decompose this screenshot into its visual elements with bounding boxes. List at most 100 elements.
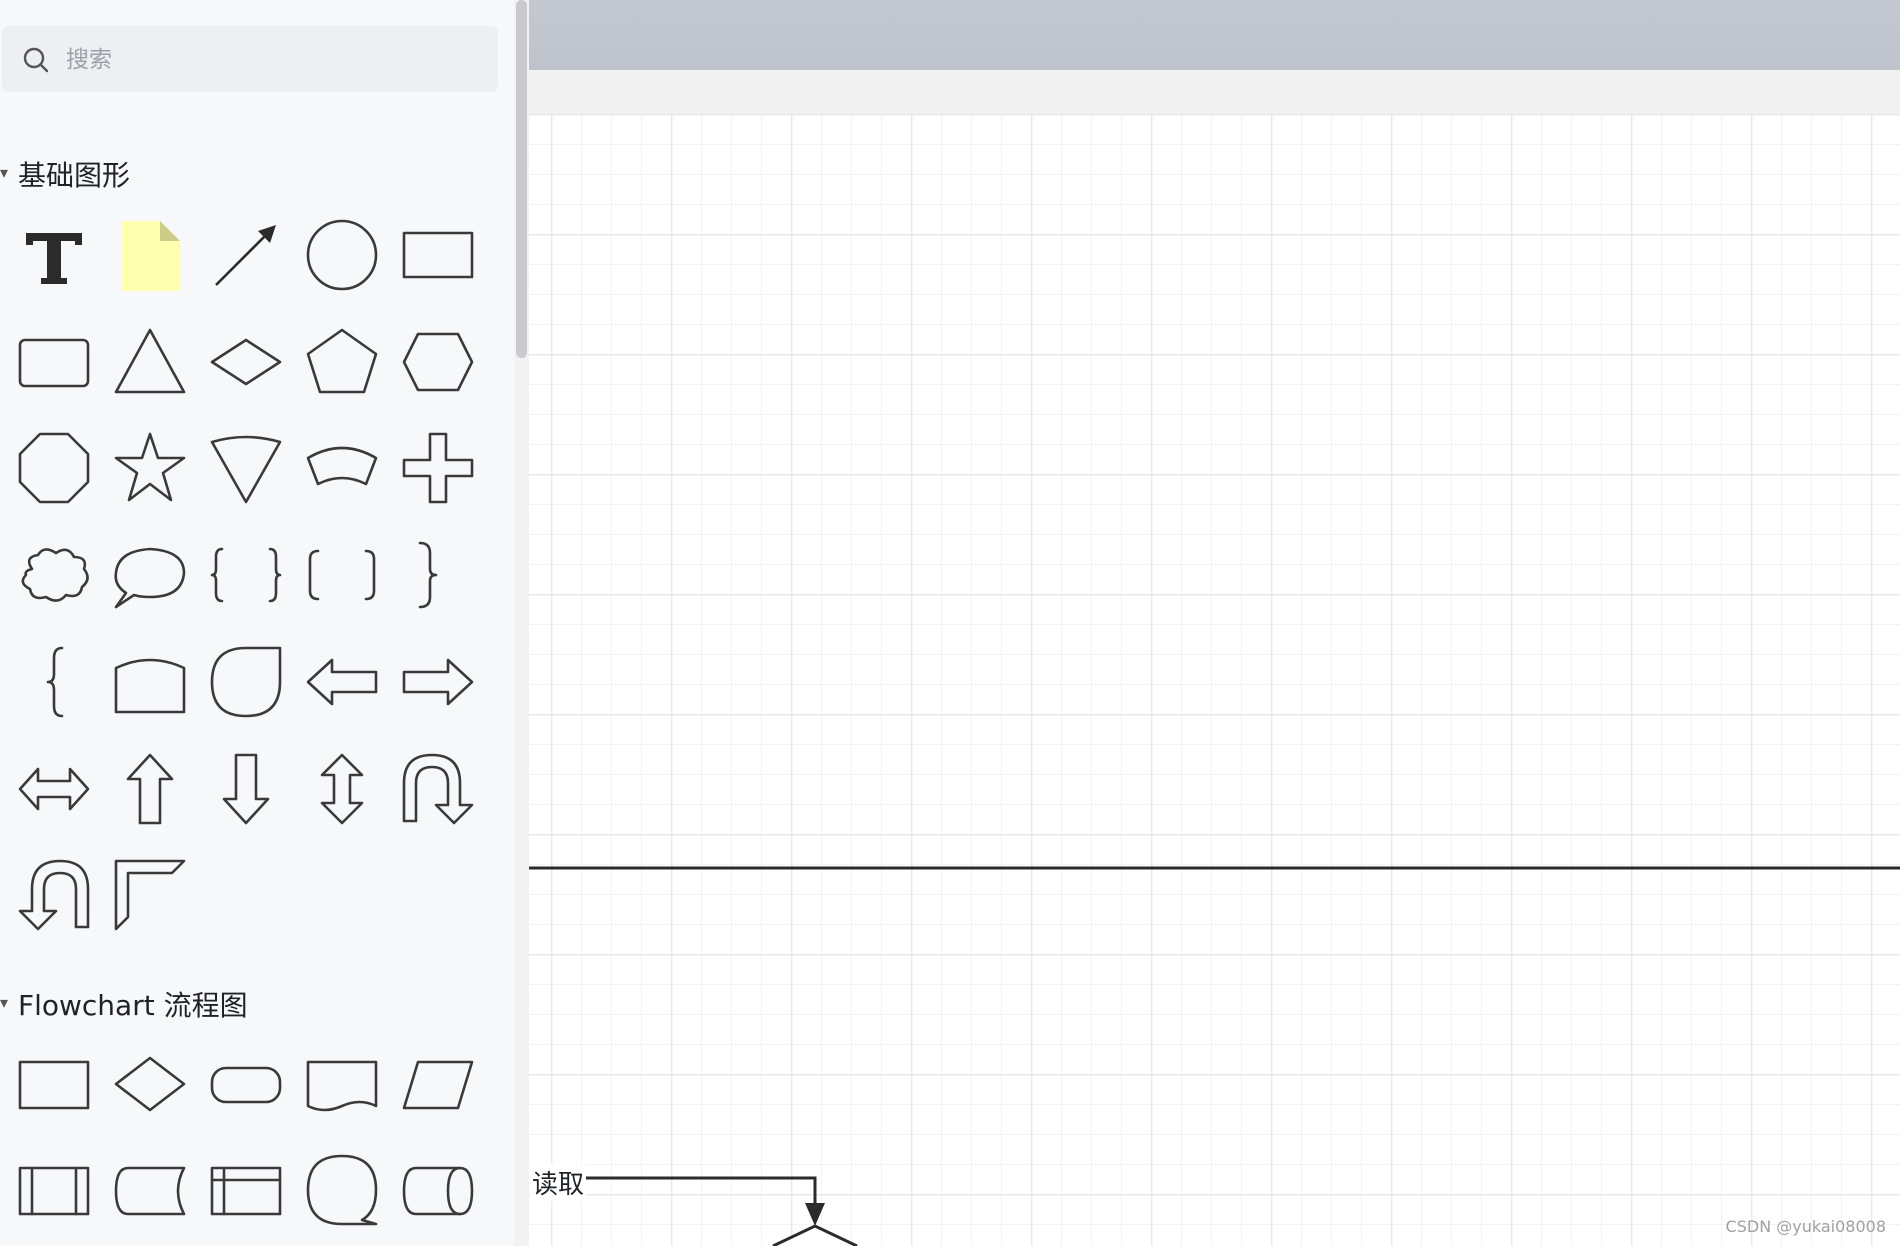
shape-star[interactable] xyxy=(110,428,190,508)
diagram-drawing[interactable] xyxy=(529,0,1900,1246)
caret-icon: ▾ xyxy=(0,162,9,182)
u-turn-left-arrow-icon xyxy=(18,859,90,931)
shape-text[interactable] xyxy=(14,215,94,295)
up-arrow-icon xyxy=(126,753,174,825)
flow-document[interactable] xyxy=(302,1044,382,1124)
flow-predefined-process[interactable] xyxy=(14,1150,94,1230)
edge-label[interactable]: 读取 xyxy=(530,1164,587,1201)
funnel-triangle-icon xyxy=(210,435,282,504)
manual-input-icon xyxy=(114,658,186,714)
shape-circle[interactable] xyxy=(302,215,382,295)
up-down-arrow-icon xyxy=(320,753,364,825)
leaf-icon xyxy=(210,646,282,718)
right-arrow-icon xyxy=(402,658,474,706)
document-icon xyxy=(306,1060,378,1112)
shape-left-arrow[interactable] xyxy=(302,642,382,722)
shape-leaf[interactable] xyxy=(206,642,286,722)
left-right-arrow-icon xyxy=(18,767,90,811)
connector-edge[interactable] xyxy=(581,1176,817,1206)
text-icon xyxy=(26,233,82,284)
section-basic-shapes[interactable]: ▾ 基础图形 xyxy=(0,154,130,194)
flow-terminator[interactable] xyxy=(206,1044,286,1124)
section-flowchart[interactable]: ▾ Flowchart 流程图 xyxy=(0,984,248,1024)
shape-u-turn-arrow[interactable] xyxy=(398,749,478,829)
sequential-data-icon xyxy=(306,1154,378,1226)
shape-inverted-triangle[interactable] xyxy=(206,428,286,508)
arc-band-icon xyxy=(306,446,378,486)
terminator-icon xyxy=(210,1066,282,1104)
stored-data-icon xyxy=(114,1166,186,1216)
shape-note[interactable] xyxy=(110,215,190,295)
shape-down-arrow[interactable] xyxy=(206,749,286,829)
left-arrow-icon xyxy=(306,658,378,706)
sticky-note-icon xyxy=(122,221,180,291)
shape-speech-bubble[interactable] xyxy=(110,535,190,615)
shape-right-brace[interactable] xyxy=(398,535,478,615)
flow-sequential-data[interactable] xyxy=(302,1150,382,1230)
flow-direct-data[interactable] xyxy=(398,1150,478,1230)
left-brace-icon xyxy=(46,646,64,718)
search-icon xyxy=(23,47,49,73)
connector-arrowhead xyxy=(805,1203,825,1226)
curly-braces-icon xyxy=(210,547,282,603)
flow-internal-storage[interactable] xyxy=(206,1150,286,1230)
hexagon-icon xyxy=(402,332,474,392)
shape-left-right-arrow[interactable] xyxy=(14,749,94,829)
shape-left-brace[interactable] xyxy=(14,642,94,722)
predefined-process-icon xyxy=(18,1166,90,1216)
shape-manual-input[interactable] xyxy=(110,642,190,722)
arrow-line-icon xyxy=(215,225,276,286)
shape-brackets[interactable] xyxy=(302,535,382,615)
process-icon xyxy=(18,1060,90,1110)
decision-icon xyxy=(114,1056,186,1112)
shape-arc-band[interactable] xyxy=(302,428,382,508)
shape-cross[interactable] xyxy=(398,428,478,508)
circle-icon xyxy=(306,219,378,291)
flow-process[interactable] xyxy=(14,1044,94,1124)
section-basic-title: 基础图形 xyxy=(18,159,131,192)
parallelogram-icon xyxy=(402,1060,474,1110)
shape-diamond[interactable] xyxy=(206,322,286,402)
speech-bubble-icon xyxy=(114,547,186,609)
shape-hexagon[interactable] xyxy=(398,322,478,402)
triangle-icon xyxy=(114,328,186,394)
octagon-icon xyxy=(18,432,90,504)
decision-node[interactable] xyxy=(772,1224,858,1246)
cross-icon xyxy=(402,432,474,504)
shape-cloud[interactable] xyxy=(14,535,94,615)
diagram-canvas-area[interactable]: 读取 CSDN @yukai08008 xyxy=(529,0,1900,1246)
flow-stored-data[interactable] xyxy=(110,1150,190,1230)
search-box[interactable] xyxy=(2,26,498,92)
cloud-icon xyxy=(21,548,89,602)
brackets-icon xyxy=(308,549,376,601)
scrollbar-thumb[interactable] xyxy=(516,0,527,358)
diamond-icon xyxy=(210,338,282,386)
internal-storage-icon xyxy=(210,1166,282,1216)
shape-octagon[interactable] xyxy=(14,428,94,508)
shape-right-arrow[interactable] xyxy=(398,642,478,722)
shape-corner[interactable] xyxy=(110,855,190,935)
star-icon xyxy=(114,432,186,502)
shape-up-arrow[interactable] xyxy=(110,749,190,829)
direct-data-icon xyxy=(402,1166,474,1216)
flow-decision[interactable] xyxy=(110,1044,190,1124)
shape-pentagon[interactable] xyxy=(302,322,382,402)
shape-triangle[interactable] xyxy=(110,322,190,402)
shape-curly-braces[interactable] xyxy=(206,535,286,615)
sidebar-scrollbar[interactable] xyxy=(514,0,529,1246)
search-input[interactable] xyxy=(64,38,468,82)
shape-rectangle[interactable] xyxy=(398,215,478,295)
shape-up-down-arrow[interactable] xyxy=(302,749,382,829)
rectangle-icon xyxy=(402,231,474,279)
shape-rounded-rectangle[interactable] xyxy=(14,322,94,402)
watermark: CSDN @yukai08008 xyxy=(1725,1217,1886,1236)
right-brace-icon xyxy=(418,541,438,609)
shape-library-sidebar: ▾ 基础图形 xyxy=(0,0,515,1246)
u-turn-arrow-icon xyxy=(402,753,474,825)
shape-u-turn-left-arrow[interactable] xyxy=(14,855,94,935)
shape-arrow[interactable] xyxy=(206,215,286,295)
down-arrow-icon xyxy=(222,753,270,825)
rounded-rectangle-icon xyxy=(18,338,90,388)
flow-data[interactable] xyxy=(398,1044,478,1124)
corner-icon xyxy=(114,859,186,931)
